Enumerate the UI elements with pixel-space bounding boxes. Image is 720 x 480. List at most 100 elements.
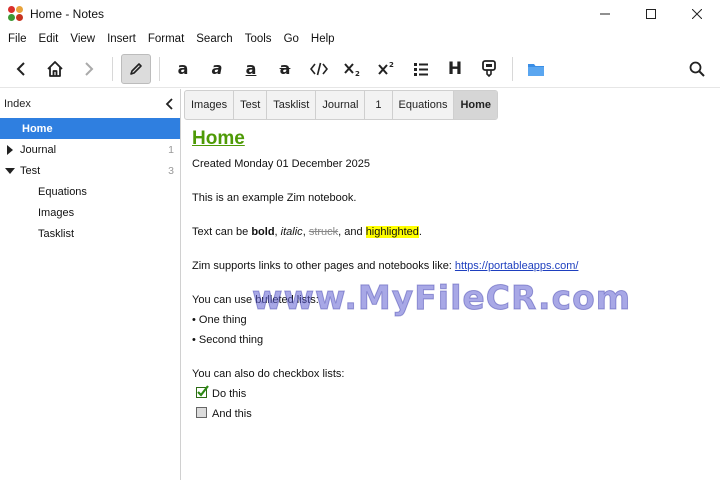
superscript-icon: 2 xyxy=(378,61,394,75)
underline-icon: a xyxy=(245,59,257,78)
menu-search[interactable]: Search xyxy=(190,33,238,45)
highlight-button[interactable] xyxy=(474,54,504,84)
toolbar-separator xyxy=(112,56,113,81)
checkbox-unchecked[interactable] xyxy=(196,407,207,418)
bullet-item: • One thing xyxy=(192,314,247,326)
bold-button[interactable]: a xyxy=(168,54,198,84)
tree-item-label: Home xyxy=(22,122,53,135)
svg-text:2: 2 xyxy=(355,70,360,77)
menu-tools[interactable]: Tools xyxy=(239,33,278,45)
menu-format[interactable]: Format xyxy=(142,33,190,45)
path-button-images[interactable]: Images xyxy=(185,91,235,119)
window-title: Home - Notes xyxy=(30,7,105,21)
close-icon xyxy=(692,9,702,19)
checkbox-checked[interactable] xyxy=(196,385,209,398)
menu-help[interactable]: Help xyxy=(305,33,341,45)
maximize-button[interactable] xyxy=(628,0,674,28)
heading-button[interactable]: H xyxy=(440,54,470,84)
edit-icon xyxy=(130,62,142,75)
tree-item-label: Test xyxy=(20,164,41,177)
minimize-button[interactable] xyxy=(582,0,628,28)
tree-item-label: Journal xyxy=(20,143,57,156)
code-button[interactable] xyxy=(304,54,334,84)
tree-item-journal[interactable]: Journal 1 xyxy=(0,139,180,160)
page-editor[interactable]: Home Created Monday 01 December 2025 Thi… xyxy=(182,122,720,480)
tree-item-count: 3 xyxy=(168,164,174,177)
path-button-1[interactable]: 1 xyxy=(365,91,393,119)
expander-collapsed-icon[interactable] xyxy=(4,144,16,155)
bullet-list-button[interactable] xyxy=(406,54,436,84)
home-icon xyxy=(47,60,63,77)
strike-button[interactable]: a xyxy=(270,54,300,84)
bold-icon: a xyxy=(177,59,189,78)
menu-view[interactable]: View xyxy=(64,33,101,45)
tree-item-label: Images xyxy=(38,206,75,219)
italic-button[interactable]: a xyxy=(202,54,232,84)
minimize-icon xyxy=(600,13,610,15)
tree-item-test[interactable]: Test 3 xyxy=(0,160,180,181)
menu-edit[interactable]: Edit xyxy=(33,33,65,45)
bullets-intro: You can use bulleted lists: xyxy=(192,294,319,306)
intro-text: This is an example Zim notebook. xyxy=(192,192,357,204)
checkbox-intro: You can also do checkbox lists: xyxy=(192,368,345,380)
back-button[interactable] xyxy=(6,54,36,84)
tree-item-images[interactable]: Images xyxy=(0,202,180,223)
strike-icon: a xyxy=(279,59,291,78)
edit-toggle-button[interactable] xyxy=(121,53,151,84)
struck-text: struck xyxy=(308,226,339,238)
app-logo-icon xyxy=(8,6,24,22)
superscript-button[interactable]: 2 xyxy=(372,54,402,84)
forward-button[interactable] xyxy=(74,54,104,84)
open-folder-button[interactable] xyxy=(521,54,551,84)
folder-icon xyxy=(528,63,544,76)
expander-expanded-icon[interactable] xyxy=(4,167,16,175)
path-button-test[interactable]: Test xyxy=(234,91,268,119)
underline-button[interactable]: a xyxy=(236,54,266,84)
toolbar-separator xyxy=(159,56,160,81)
pathbar: Images Test Tasklist Journal 1 Equations… xyxy=(184,90,499,120)
heading-icon: H xyxy=(447,58,463,79)
page-heading: Home xyxy=(192,128,245,149)
tree-item-count: 1 xyxy=(168,143,174,156)
italic-text: italic xyxy=(280,226,303,238)
subscript-icon: 2 xyxy=(344,62,360,77)
subscript-button[interactable]: 2 xyxy=(338,54,368,84)
title-bar: Home - Notes xyxy=(0,0,720,28)
forward-icon xyxy=(85,61,94,76)
tree-item-label: Tasklist xyxy=(38,227,75,240)
svg-text:2: 2 xyxy=(389,61,394,69)
maximize-icon xyxy=(646,9,656,19)
collapse-sidebar-icon[interactable] xyxy=(164,97,174,110)
back-icon xyxy=(16,61,25,76)
highlighted-text: highlighted xyxy=(365,226,419,238)
bullet-list-icon xyxy=(414,62,428,76)
sidebar-title: Index xyxy=(4,97,31,110)
menu-insert[interactable]: Insert xyxy=(101,33,142,45)
home-button[interactable] xyxy=(40,54,70,84)
close-button[interactable] xyxy=(674,0,720,28)
links-line: Zim supports links to other pages and no… xyxy=(192,260,579,272)
window-controls xyxy=(582,0,720,28)
bullet-item: • Second thing xyxy=(192,334,264,346)
tree-item-label: Equations xyxy=(38,185,87,198)
search-icon xyxy=(689,61,705,77)
tree-item-home[interactable]: Home xyxy=(0,118,180,139)
toolbar: a a a a 2 2 H xyxy=(0,50,720,88)
checkmark-icon xyxy=(197,385,209,397)
tree-item-tasklist[interactable]: Tasklist xyxy=(0,223,180,244)
format-line: Text can be bold, italic, struck, and hi… xyxy=(192,226,422,238)
portableapps-link[interactable]: https://portableapps.com/ xyxy=(455,260,579,272)
created-date: Created Monday 01 December 2025 xyxy=(192,158,370,170)
menu-go[interactable]: Go xyxy=(278,33,305,45)
path-button-journal[interactable]: Journal xyxy=(316,91,366,119)
path-button-equations[interactable]: Equations xyxy=(393,91,455,119)
search-button[interactable] xyxy=(682,54,712,84)
index-sidebar: Index Home Journal 1 Test 3 Equations Im… xyxy=(0,89,181,480)
checkbox-item: And this xyxy=(192,406,710,423)
italic-icon: a xyxy=(211,59,223,78)
menu-file[interactable]: File xyxy=(2,33,33,45)
path-button-home[interactable]: Home xyxy=(454,91,498,119)
tree-item-equations[interactable]: Equations xyxy=(0,181,180,202)
sidebar-header: Index xyxy=(0,89,180,118)
path-button-tasklist[interactable]: Tasklist xyxy=(267,91,317,119)
